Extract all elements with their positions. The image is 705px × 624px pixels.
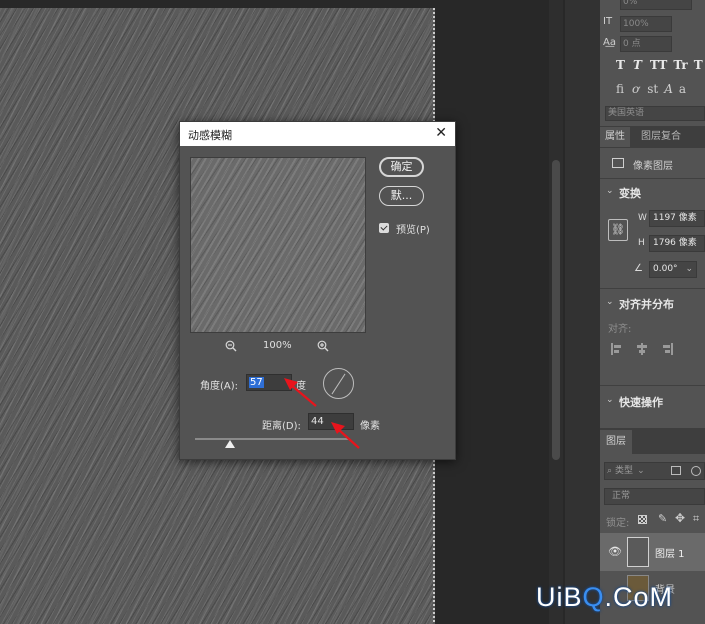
layer-thumbnail	[627, 537, 649, 567]
chevron-down-icon: ⌄	[637, 466, 645, 476]
blend-mode-value: 正常	[612, 491, 631, 501]
dialog-title: 动感模糊	[188, 129, 232, 142]
layer-row-layer1[interactable]: 👁 图层 1	[600, 533, 705, 571]
tab-properties[interactable]: 属性	[600, 127, 630, 147]
titling-button[interactable]: A	[664, 82, 673, 96]
scrollbar-thumb[interactable]	[552, 160, 560, 460]
annotation-arrow	[331, 422, 360, 449]
type-style-row: T T TT Tr T	[616, 58, 703, 72]
baseline-value: 0 点	[623, 39, 641, 49]
pixel-layer-icon	[612, 158, 624, 168]
ordinal-button[interactable]: a	[679, 82, 686, 96]
align-buttons	[611, 343, 691, 355]
opentype-row: fi ơ st Aa	[616, 82, 686, 96]
watermark-text-b: .CoM	[604, 582, 674, 612]
width-value: 1197 像素	[653, 213, 697, 223]
blend-mode-select[interactable]: 正常	[604, 488, 705, 505]
panel-dock-gap	[565, 0, 600, 624]
tracking-field[interactable]: 0%	[620, 0, 692, 10]
baseline-field[interactable]: 0 点	[620, 36, 672, 52]
tab-properties-label: 属性	[605, 131, 625, 142]
adjustment-filter-icon[interactable]	[691, 466, 701, 476]
stylistic-alt-button[interactable]: st	[647, 82, 658, 96]
transform-title: 变换	[619, 187, 641, 200]
height-input[interactable]: 1796 像素	[649, 235, 705, 252]
old-style-button[interactable]: ơ	[632, 82, 639, 96]
link-icon[interactable]: ⛓	[608, 219, 628, 241]
vscale-field[interactable]: 100%	[620, 16, 672, 32]
vscale-icon: IT	[603, 16, 613, 27]
default-button[interactable]: 默...	[379, 186, 424, 206]
rotate-angle-icon: ∠	[634, 263, 643, 274]
divider	[600, 385, 705, 386]
lock-artboard-icon[interactable]: ⌗	[693, 512, 699, 526]
language-value: 美国英语	[608, 108, 645, 118]
align-title: 对齐并分布	[619, 298, 674, 311]
rotate-input[interactable]: 0.00° ⌄	[649, 261, 697, 278]
layer-name: 图层 1	[655, 549, 685, 560]
annotation-arrow	[284, 378, 317, 407]
lock-transparent-icon[interactable]	[638, 515, 647, 524]
tab-layers[interactable]: 图层	[600, 430, 632, 454]
rotate-value: 0.00°	[653, 264, 678, 274]
distance-slider-thumb[interactable]	[225, 440, 235, 448]
filter-preview[interactable]	[190, 157, 366, 333]
angle-dial[interactable]	[323, 368, 354, 399]
zoom-level: 100%	[263, 340, 292, 351]
width-input[interactable]: 1197 像素	[649, 210, 705, 227]
layer-kind-filter[interactable]: ⌕ 类型 ⌄	[604, 462, 705, 480]
tab-layer-comps[interactable]: 图层复合	[636, 127, 686, 147]
small-caps-button[interactable]: Tr	[673, 58, 687, 72]
align-right-icon[interactable]	[663, 343, 673, 355]
image-filter-icon[interactable]	[671, 466, 681, 475]
vscale-value: 100%	[623, 19, 649, 29]
faux-italic-button[interactable]: T	[633, 58, 642, 72]
kind-filter-value: 类型	[615, 466, 634, 476]
distance-label: 距离(D):	[262, 421, 301, 432]
lock-move-icon[interactable]: ✥	[675, 511, 685, 525]
all-caps-button[interactable]: TT	[650, 58, 667, 72]
photoshop-workspace: 0% IT 100% A͟a 0 点 T T TT Tr T fi ơ st Aa 美国英语 …	[0, 0, 705, 624]
distance-value: 44	[311, 416, 324, 427]
pixel-layer-label: 像素图层	[633, 161, 673, 172]
ligature-button[interactable]: fi	[616, 82, 624, 96]
search-icon: ⌕	[607, 466, 613, 476]
align-left-icon[interactable]	[611, 343, 621, 355]
ok-button[interactable]: 确定	[379, 157, 424, 177]
chevron-down-icon: ⌄	[685, 264, 693, 274]
watermark-text-q: Q	[582, 582, 605, 612]
quick-actions-title: 快速操作	[619, 396, 663, 409]
align-to-label: 对齐:	[608, 324, 632, 335]
lock-paint-icon[interactable]: ✎	[658, 512, 667, 525]
tracking-value: 0%	[623, 0, 638, 7]
height-value: 1796 像素	[653, 238, 697, 248]
divider	[600, 288, 705, 289]
tab-layer-comps-label: 图层复合	[641, 131, 681, 142]
zoom-out-icon[interactable]	[225, 340, 237, 352]
close-icon[interactable]: ✕	[435, 125, 447, 141]
chevron-down-icon[interactable]: ⌄	[606, 297, 614, 307]
preview-label: 预览(P)	[396, 225, 430, 236]
tab-layers-label: 图层	[606, 436, 626, 447]
angle-label: 角度(A):	[200, 381, 239, 392]
watermark-text-a: UiB	[536, 582, 583, 612]
watermark-logo: UiBQ.CoM	[536, 582, 673, 613]
height-label: H	[638, 238, 645, 248]
preview-checkbox[interactable]	[379, 223, 389, 233]
right-panel: 0% IT 100% A͟a 0 点 T T TT Tr T fi ơ st Aa 美国英语 …	[600, 0, 705, 624]
dialog-titlebar[interactable]: 动感模糊 ✕	[180, 122, 455, 146]
align-center-icon[interactable]	[637, 343, 647, 355]
language-select[interactable]: 美国英语	[605, 106, 705, 121]
faux-bold-button[interactable]: T	[616, 58, 625, 72]
chevron-down-icon[interactable]: ⌄	[606, 186, 614, 196]
lock-label: 锁定:	[606, 518, 630, 529]
eye-icon[interactable]: 👁	[608, 545, 622, 558]
divider	[600, 178, 705, 179]
zoom-in-icon[interactable]	[317, 340, 329, 352]
baseline-icon: A͟a	[603, 37, 616, 48]
superscript-button[interactable]: T	[694, 58, 703, 72]
chevron-down-icon[interactable]: ⌄	[606, 395, 614, 405]
width-label: W	[638, 213, 647, 223]
